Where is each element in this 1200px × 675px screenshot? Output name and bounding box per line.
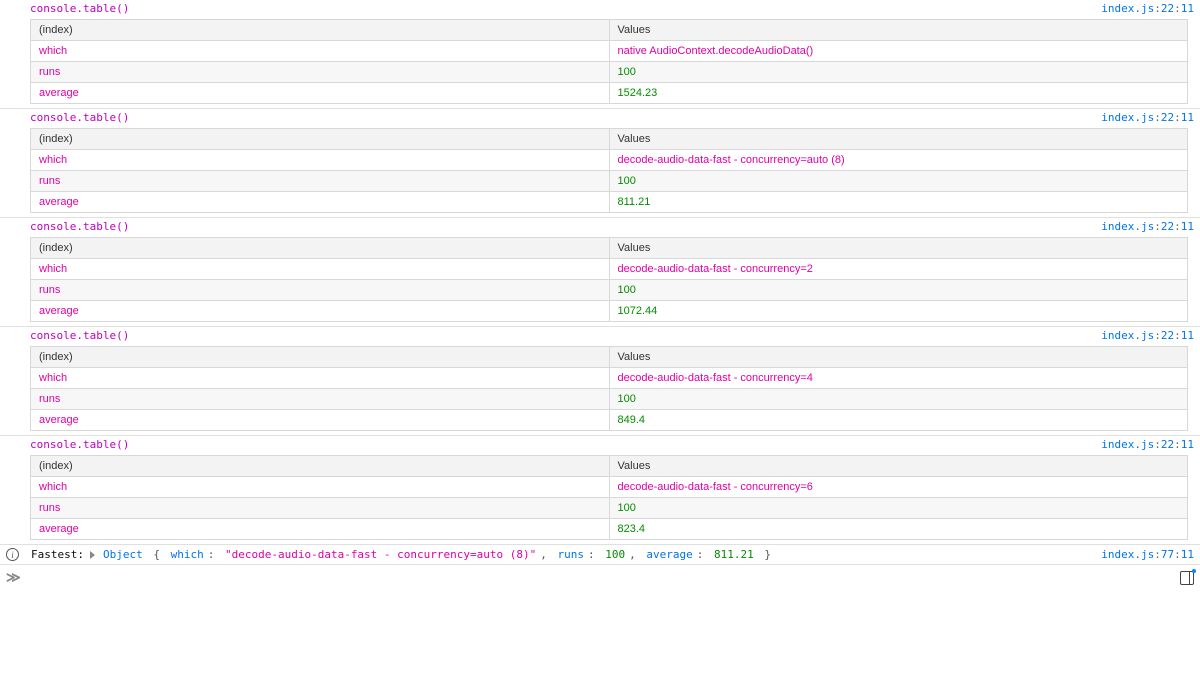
table-row: which decode-audio-data-fast - concurren… [31, 259, 1188, 280]
console-table-block: console.table() index.js:22:11 (index) V… [0, 0, 1200, 109]
source-link[interactable]: index.js:22:11 [1101, 438, 1194, 451]
source-link[interactable]: index.js:22:11 [1101, 220, 1194, 233]
table-row: average 823.4 [31, 519, 1188, 540]
table-row: which decode-audio-data-fast - concurren… [31, 368, 1188, 389]
expand-triangle-icon[interactable] [90, 551, 95, 559]
row-key: runs [31, 171, 610, 192]
row-key: average [31, 83, 610, 104]
table-row: average 1072.44 [31, 301, 1188, 322]
table-row: runs 100 [31, 62, 1188, 83]
row-value: 100 [609, 389, 1188, 410]
row-value: 823.4 [609, 519, 1188, 540]
table-row: runs 100 [31, 171, 1188, 192]
table-row: runs 100 [31, 498, 1188, 519]
col-values-header[interactable]: Values [609, 238, 1188, 259]
col-index-header[interactable]: (index) [31, 456, 610, 477]
table-row: average 849.4 [31, 410, 1188, 431]
row-value: 1524.23 [609, 83, 1188, 104]
console-call-label: console.table() [30, 111, 129, 124]
source-link[interactable]: index.js:77:11 [1101, 548, 1194, 561]
fastest-runs: 100 [605, 548, 625, 561]
console-table-block: console.table() index.js:22:11 (index) V… [0, 109, 1200, 218]
table-row: runs 100 [31, 389, 1188, 410]
row-value: decode-audio-data-fast - concurrency=4 [609, 368, 1188, 389]
console-table: (index) Values which decode-audio-data-f… [30, 128, 1188, 213]
fastest-average: 811.21 [714, 548, 754, 561]
source-link[interactable]: index.js:22:11 [1101, 111, 1194, 124]
col-values-header[interactable]: Values [609, 20, 1188, 41]
row-value: native AudioContext.decodeAudioData() [609, 41, 1188, 62]
col-index-header[interactable]: (index) [31, 20, 610, 41]
row-key: which [31, 477, 610, 498]
table-row: average 811.21 [31, 192, 1188, 213]
table-row: which native AudioContext.decodeAudioDat… [31, 41, 1188, 62]
row-key: average [31, 301, 610, 322]
fastest-label: Fastest: [31, 548, 84, 561]
console-call-label: console.table() [30, 220, 129, 233]
row-key: runs [31, 62, 610, 83]
row-value: decode-audio-data-fast - concurrency=2 [609, 259, 1188, 280]
col-values-header[interactable]: Values [609, 129, 1188, 150]
row-value: 1072.44 [609, 301, 1188, 322]
table-row: which decode-audio-data-fast - concurren… [31, 150, 1188, 171]
row-key: which [31, 259, 610, 280]
row-key: which [31, 41, 610, 62]
console-call-label: console.table() [30, 438, 129, 451]
row-value: 100 [609, 280, 1188, 301]
console-call-label: console.table() [30, 2, 129, 15]
fastest-which: "decode-audio-data-fast - concurrency=au… [225, 548, 536, 561]
col-index-header[interactable]: (index) [31, 238, 610, 259]
source-link[interactable]: index.js:22:11 [1101, 329, 1194, 342]
source-link[interactable]: index.js:22:11 [1101, 2, 1194, 15]
row-value: 849.4 [609, 410, 1188, 431]
row-key: which [31, 150, 610, 171]
row-value: 811.21 [609, 192, 1188, 213]
row-key: average [31, 519, 610, 540]
col-values-header[interactable]: Values [609, 456, 1188, 477]
col-index-header[interactable]: (index) [31, 347, 610, 368]
row-value: decode-audio-data-fast - concurrency=aut… [609, 150, 1188, 171]
object-word[interactable]: Object [103, 548, 143, 561]
console-call-label: console.table() [30, 329, 129, 342]
row-key: average [31, 410, 610, 431]
console-table-block: console.table() index.js:22:11 (index) V… [0, 327, 1200, 436]
prompt-chevrons-icon: ≫ [6, 569, 21, 586]
console-table-block: console.table() index.js:22:11 (index) V… [0, 436, 1200, 545]
row-value: 100 [609, 62, 1188, 83]
row-key: runs [31, 389, 610, 410]
table-row: runs 100 [31, 280, 1188, 301]
console-table: (index) Values which decode-audio-data-f… [30, 346, 1188, 431]
table-row: which decode-audio-data-fast - concurren… [31, 477, 1188, 498]
row-key: which [31, 368, 610, 389]
console-table: (index) Values which native AudioContext… [30, 19, 1188, 104]
split-console-icon[interactable] [1180, 571, 1194, 585]
row-key: runs [31, 280, 610, 301]
row-key: runs [31, 498, 610, 519]
col-values-header[interactable]: Values [609, 347, 1188, 368]
console-prompt[interactable]: ≫ [0, 565, 1200, 590]
console-table: (index) Values which decode-audio-data-f… [30, 455, 1188, 540]
console-table-block: console.table() index.js:22:11 (index) V… [0, 218, 1200, 327]
row-value: 100 [609, 171, 1188, 192]
row-value: decode-audio-data-fast - concurrency=6 [609, 477, 1188, 498]
info-icon: i [6, 548, 19, 561]
table-row: average 1524.23 [31, 83, 1188, 104]
console-table: (index) Values which decode-audio-data-f… [30, 237, 1188, 322]
col-index-header[interactable]: (index) [31, 129, 610, 150]
row-value: 100 [609, 498, 1188, 519]
log-fastest-row: i Fastest: Object { which: "decode-audio… [0, 545, 1200, 565]
row-key: average [31, 192, 610, 213]
